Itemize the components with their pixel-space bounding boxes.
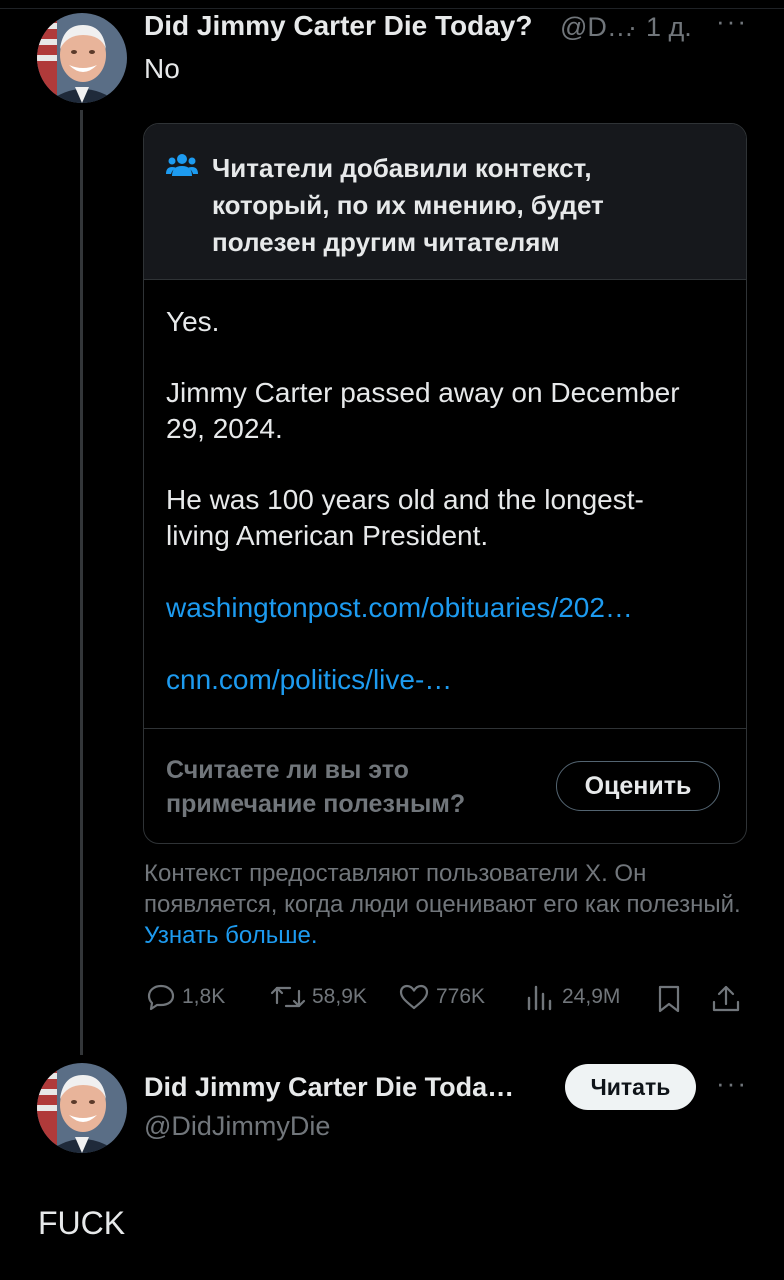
thread-line (80, 110, 83, 1055)
separator-dot: · (628, 12, 637, 42)
avatar[interactable] (37, 13, 127, 103)
community-note-card[interactable]: Читатели добавили контекст, который, по … (143, 123, 747, 844)
like-count: 776K (436, 985, 486, 1008)
reply-button[interactable]: 1,8K (146, 983, 225, 1011)
like-button[interactable]: 776K (398, 983, 485, 1011)
rate-button[interactable]: Оценить (556, 761, 720, 811)
bookmark-button[interactable] (656, 984, 682, 1019)
repost-button[interactable]: 58,9K (270, 983, 367, 1011)
more-options-icon[interactable]: ··· (716, 1068, 748, 1099)
reply-count: 1,8K (182, 985, 226, 1008)
tweet-text: FUCK (38, 1205, 126, 1241)
repost-count: 58,9K (312, 985, 367, 1008)
heart-icon (399, 984, 429, 1010)
avatar-photo (37, 13, 127, 103)
follow-button[interactable]: Читать (565, 1064, 696, 1110)
note-paragraph: He was 100 years old and the longest-liv… (166, 484, 644, 551)
views-button[interactable]: 24,9M (524, 983, 620, 1011)
learn-more-link[interactable]: Узнать больше. (144, 922, 317, 949)
note-header: Читатели добавили контекст, который, по … (144, 124, 746, 280)
views-icon (527, 985, 552, 1011)
note-footer: Считаете ли вы это примечание полезным? … (144, 728, 746, 843)
reply-icon (147, 984, 175, 1011)
avatar-photo (37, 1063, 127, 1153)
top-divider (0, 8, 784, 9)
author-name[interactable]: Did Jimmy Carter Die Today? (144, 10, 532, 42)
note-title: Читатели добавили контекст, который, по … (212, 153, 604, 257)
avatar[interactable] (37, 1063, 127, 1153)
tweet-time[interactable]: 1 д. (646, 12, 692, 43)
view-count: 24,9M (562, 985, 621, 1008)
share-button[interactable] (710, 984, 742, 1019)
note-paragraph: Jimmy Carter passed away on December 29,… (166, 377, 680, 444)
rate-question: Считаете ли вы это примечание полезным? (166, 756, 466, 818)
people-icon (166, 154, 198, 176)
context-info-text: Контекст предоставляют пользователи X. О… (144, 860, 741, 918)
context-info: Контекст предоставляют пользователи X. О… (144, 858, 744, 951)
author-handle[interactable]: @DidJimmyDie (144, 1111, 330, 1142)
note-source-link[interactable]: cnn.com/politics/live-… (166, 662, 452, 698)
note-paragraph: Yes. (166, 306, 220, 337)
repost-icon (270, 986, 306, 1008)
note-source-link[interactable]: washingtonpost.com/obituaries/202… (166, 590, 633, 626)
more-options-icon[interactable]: ··· (716, 6, 748, 37)
author-handle[interactable]: @D… (560, 12, 634, 43)
share-icon (712, 985, 740, 1012)
top-strip (0, 0, 784, 8)
tweet-text: No (144, 53, 180, 84)
author-name[interactable]: Did Jimmy Carter Die Toda… (144, 1072, 514, 1103)
bookmark-icon (658, 985, 680, 1013)
